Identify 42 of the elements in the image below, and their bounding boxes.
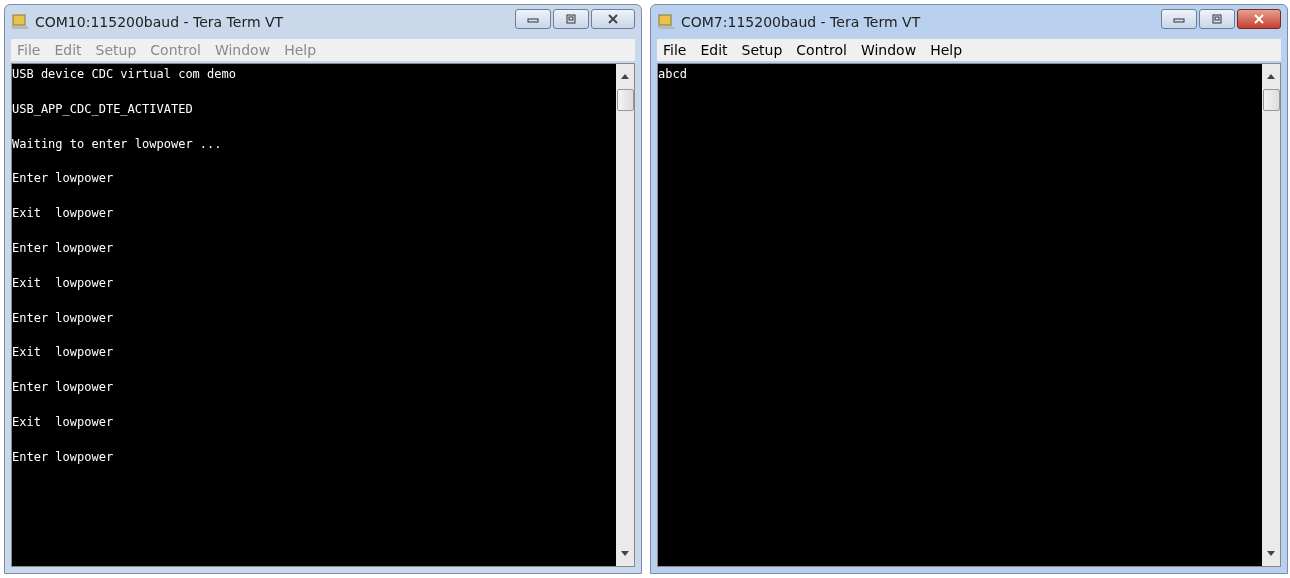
minimize-icon[interactable] — [527, 15, 539, 23]
scroll-thumb[interactable] — [1262, 89, 1280, 111]
maximize-icon[interactable] — [565, 14, 577, 24]
terminal-line: abcd — [658, 67, 687, 81]
menu-item[interactable]: Control — [796, 42, 847, 58]
terminal-line: Enter lowpower — [12, 171, 114, 186]
app-icon — [11, 14, 29, 30]
minimize-icon[interactable] — [1173, 15, 1185, 23]
terminal-line: Enter lowpower — [12, 449, 114, 464]
terminal-line: USB_APP_CDC_DTE_ACTIVATED — [12, 101, 193, 116]
maximize-button[interactable] — [1199, 9, 1235, 29]
window-title: COM7:115200baud - Tera Term VT — [681, 14, 922, 30]
menu-item[interactable]: Edit — [700, 42, 728, 58]
terminal-line: USB device CDC virtual com demo — [12, 67, 236, 81]
terminal-line: Waiting to enter lowpower ... — [12, 136, 222, 151]
terminal-line: Exit lowpower — [12, 414, 114, 429]
terminal-line: Exit lowpower — [12, 206, 114, 221]
menu-item[interactable]: File — [663, 42, 687, 58]
terminal-line: Exit lowpower — [12, 275, 114, 290]
maximize-button[interactable] — [553, 9, 589, 29]
terminal-line: Exit lowpower — [12, 345, 114, 360]
maximize-icon[interactable] — [1211, 14, 1223, 24]
terminal-line: Enter lowpower — [12, 310, 114, 325]
scroll-up-icon[interactable] — [1267, 74, 1275, 79]
terminal-line: Enter lowpower — [12, 241, 114, 255]
scrollbar[interactable] — [1262, 64, 1280, 566]
minimize-button[interactable] — [515, 9, 551, 29]
menu-item[interactable]: Help — [930, 42, 963, 58]
window-title: COM10:115200baud - Tera Term VT — [35, 14, 285, 30]
scroll-thumb[interactable] — [616, 89, 634, 111]
menu-item[interactable]: Setup — [741, 42, 783, 58]
scrollbar[interactable] — [616, 64, 634, 566]
minimize-button[interactable] — [1161, 9, 1197, 29]
close-button[interactable] — [591, 9, 635, 29]
close-icon[interactable] — [607, 14, 619, 24]
terminal-line: Enter lowpower — [12, 380, 114, 395]
scroll-up-icon[interactable] — [621, 74, 629, 79]
scroll-down-icon[interactable] — [621, 551, 629, 556]
app-icon — [657, 14, 675, 30]
menu-item[interactable]: Window — [860, 42, 917, 58]
close-button[interactable] — [1237, 9, 1281, 29]
scroll-down-icon[interactable] — [1267, 551, 1275, 556]
